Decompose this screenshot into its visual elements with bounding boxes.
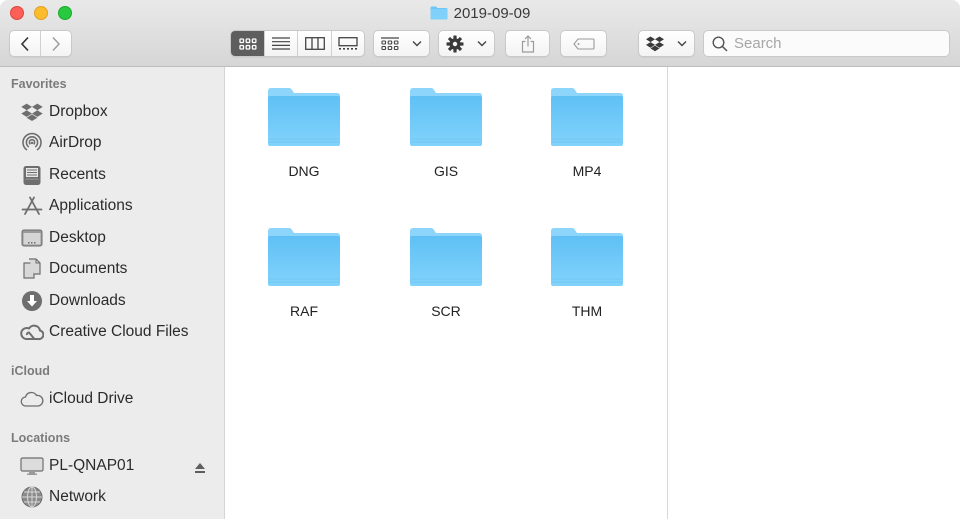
gear-icon bbox=[446, 35, 464, 52]
documents-icon bbox=[20, 258, 44, 280]
sidebar-item-label: Downloads bbox=[49, 292, 126, 309]
view-mode-segmented-control bbox=[230, 30, 365, 57]
folder-item-gis[interactable]: GIS bbox=[391, 87, 501, 207]
applications-icon bbox=[20, 195, 44, 217]
group-by-button[interactable] bbox=[373, 30, 430, 57]
sidebar-item-label: Applications bbox=[49, 197, 133, 214]
sidebar-item-label: PL-QNAP01 bbox=[49, 457, 135, 474]
sidebar-section-locations: Locations bbox=[11, 431, 71, 445]
tag-button[interactable] bbox=[560, 30, 607, 57]
sidebar-item-label: Desktop bbox=[49, 229, 106, 246]
grid-icon bbox=[238, 37, 257, 50]
cloud-icon bbox=[20, 388, 44, 410]
sidebar-item-label: Creative Cloud Files bbox=[49, 323, 189, 340]
folder-icon bbox=[551, 228, 623, 286]
dropbox-menu-button[interactable] bbox=[638, 30, 695, 57]
recents-icon bbox=[20, 164, 44, 186]
window-title: 2019-09-09 bbox=[0, 4, 960, 24]
folder-name: SCR bbox=[431, 303, 461, 319]
folder-item-raf[interactable]: RAF bbox=[249, 227, 359, 347]
list-icon bbox=[272, 37, 291, 50]
sidebar-item-network[interactable]: Network bbox=[20, 484, 220, 510]
sidebar-item-airdrop[interactable]: AirDrop bbox=[20, 130, 220, 156]
computer-icon bbox=[20, 455, 44, 477]
sidebar-section-icloud: iCloud bbox=[11, 364, 50, 378]
creative-cloud-icon bbox=[20, 321, 44, 343]
network-icon bbox=[20, 486, 44, 508]
sidebar-item-dropbox[interactable]: Dropbox bbox=[20, 99, 220, 125]
sidebar-item-label: iCloud Drive bbox=[49, 390, 134, 407]
folder-name: RAF bbox=[290, 303, 318, 319]
folder-item-scr[interactable]: SCR bbox=[391, 227, 501, 347]
share-icon bbox=[521, 34, 534, 53]
downloads-icon bbox=[20, 290, 44, 312]
folder-icon bbox=[410, 228, 482, 286]
sidebar-item-recents[interactable]: Recents bbox=[20, 162, 220, 188]
desktop-icon bbox=[20, 227, 44, 249]
action-menu-button[interactable] bbox=[438, 30, 495, 57]
search-icon bbox=[712, 35, 728, 52]
sidebar-item-label: AirDrop bbox=[49, 134, 102, 151]
column-view-button[interactable] bbox=[297, 31, 330, 56]
eject-icon bbox=[195, 463, 205, 473]
preview-pane bbox=[668, 67, 960, 519]
sidebar-section-favorites: Favorites bbox=[11, 77, 67, 91]
sidebar-item-icloud-drive[interactable]: iCloud Drive bbox=[20, 386, 220, 412]
sidebar-item-desktop[interactable]: Desktop bbox=[20, 225, 220, 251]
folder-name: GIS bbox=[433, 163, 459, 179]
search-field[interactable] bbox=[703, 30, 950, 57]
icon-view-button[interactable] bbox=[231, 31, 265, 56]
eject-button[interactable] bbox=[193, 461, 207, 473]
sidebar-item-pl-qnap01[interactable]: PL-QNAP01 bbox=[20, 453, 220, 479]
folder-name: THM bbox=[571, 303, 603, 319]
chevron-down-icon bbox=[412, 41, 422, 47]
list-view-button[interactable] bbox=[264, 31, 297, 56]
forward-button[interactable] bbox=[40, 31, 71, 56]
folder-icon bbox=[551, 88, 623, 146]
window-title-text: 2019-09-09 bbox=[453, 5, 531, 22]
sidebar-item-label: Documents bbox=[49, 260, 128, 277]
back-button[interactable] bbox=[10, 31, 40, 56]
airdrop-icon bbox=[20, 132, 44, 154]
sidebar-item-applications[interactable]: Applications bbox=[20, 193, 220, 219]
columns-icon bbox=[304, 37, 325, 50]
folder-icon bbox=[268, 88, 340, 146]
sidebar-item-label: Network bbox=[49, 488, 106, 505]
folder-icon bbox=[268, 228, 340, 286]
folder-item-thm[interactable]: THM bbox=[532, 227, 642, 347]
finder-window: 2019-09-09 Search Favorites Dropbox AirD… bbox=[0, 0, 960, 519]
gallery-view-button[interactable] bbox=[330, 31, 364, 56]
chevron-right-icon bbox=[52, 36, 61, 51]
folder-item-mp4[interactable]: MP4 bbox=[532, 87, 642, 207]
chevron-left-icon bbox=[20, 36, 29, 51]
folder-item-dng[interactable]: DNG bbox=[249, 87, 359, 207]
dropbox-icon bbox=[645, 36, 664, 51]
sidebar-item-label: Recents bbox=[49, 166, 106, 183]
search-input[interactable] bbox=[734, 35, 934, 52]
folder-name: MP4 bbox=[572, 163, 602, 179]
share-button[interactable] bbox=[505, 30, 550, 57]
folder-name: DNG bbox=[288, 163, 320, 179]
sidebar-item-creative-cloud-files[interactable]: Creative Cloud Files bbox=[20, 319, 220, 345]
file-browser-content: DNG GIS MP4 RAF SCR THM bbox=[226, 67, 667, 519]
sidebar-item-label: Dropbox bbox=[49, 103, 108, 120]
chevron-down-icon bbox=[477, 41, 487, 47]
folder-icon bbox=[410, 88, 482, 146]
sidebar: Favorites Dropbox AirDrop Recents Applic… bbox=[0, 67, 225, 519]
group-icon bbox=[380, 36, 399, 50]
sidebar-item-documents[interactable]: Documents bbox=[20, 256, 220, 282]
dropbox-icon bbox=[20, 101, 44, 123]
chevron-down-icon bbox=[677, 41, 687, 47]
sidebar-item-downloads[interactable]: Downloads bbox=[20, 288, 220, 314]
toolbar: 2019-09-09 bbox=[0, 0, 960, 67]
gallery-icon bbox=[338, 37, 358, 50]
tag-icon bbox=[572, 37, 595, 50]
navigation-buttons bbox=[9, 30, 72, 57]
folder-icon bbox=[430, 6, 448, 20]
